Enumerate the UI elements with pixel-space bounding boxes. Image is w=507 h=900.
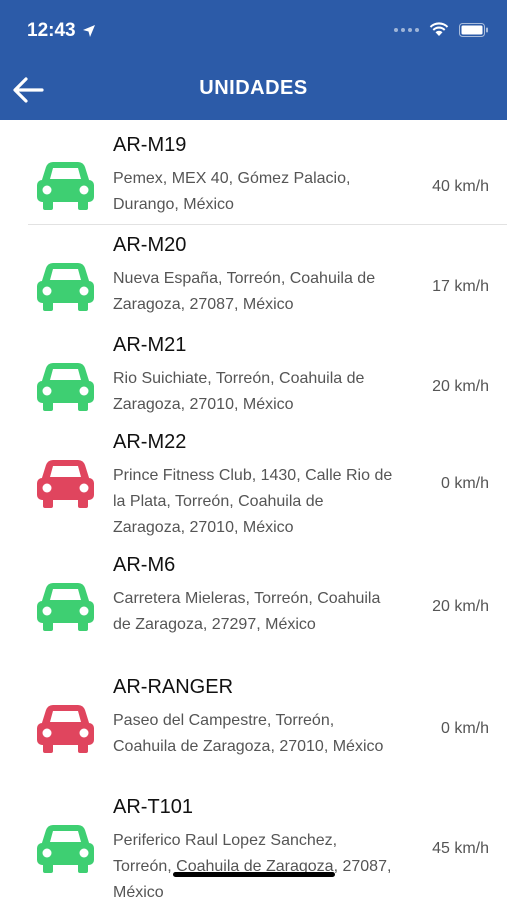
- unit-address: Rio Suichiate, Torreón, Coahuila de Zara…: [113, 370, 365, 413]
- unit-row-ar-t101[interactable]: AR-T101 Periferico Raul Lopez Sanchez, T…: [0, 796, 507, 900]
- car-icon: [37, 263, 94, 311]
- unit-row-ar-m20[interactable]: AR-M20 Nueva España, Torreón, Coahuila d…: [0, 234, 507, 328]
- unit-speed: 40 km/h: [432, 178, 489, 195]
- unit-row-ar-m6[interactable]: AR-M6 Carretera Mieleras, Torreón, Coahu…: [0, 554, 507, 672]
- unit-name: AR-M20: [113, 234, 187, 256]
- unit-name: AR-T101: [113, 796, 194, 818]
- unit-speed: 0 km/h: [440, 720, 489, 737]
- unit-row-ar-ranger[interactable]: AR-RANGER Paseo del Campestre, Torreón, …: [0, 676, 507, 794]
- unit-speed: 20 km/h: [432, 378, 489, 395]
- unit-speed: 17 km/h: [432, 278, 489, 295]
- unit-address: Carretera Mieleras, Torreón, Coahuila de…: [113, 590, 381, 633]
- unit-name: AR-M19: [113, 134, 187, 156]
- unit-name: AR-RANGER: [113, 676, 234, 698]
- unit-row-ar-m21[interactable]: AR-M21 Rio Suichiate, Torreón, Coahuila …: [0, 334, 507, 428]
- page-title: UNIDADES: [199, 77, 308, 99]
- unit-address: Nueva España, Torreón, Coahuila de Zarag…: [113, 270, 376, 313]
- car-icon: [37, 460, 94, 508]
- unit-row-ar-m19[interactable]: AR-M19 Pemex, MEX 40, Gómez Palacio, Dur…: [0, 134, 507, 224]
- status-bar-time: 12:43: [27, 20, 96, 42]
- car-icon: [37, 583, 94, 631]
- unit-address: Paseo del Campestre, Torreón, Coahuila d…: [113, 712, 384, 755]
- car-icon: [37, 162, 94, 210]
- location-arrow-icon: [82, 25, 95, 37]
- car-icon: [37, 825, 94, 873]
- list-divider: [28, 224, 507, 225]
- battery-icon: [459, 22, 488, 37]
- unit-address: Periferico Raul Lopez Sanchez, Torreón, …: [113, 832, 392, 900]
- unit-name: AR-M6: [113, 554, 176, 576]
- unit-speed: 20 km/h: [432, 598, 489, 615]
- unit-speed: 45 km/h: [432, 840, 489, 857]
- unit-name: AR-M22: [113, 431, 187, 453]
- unit-name: AR-M21: [113, 334, 187, 356]
- car-icon: [37, 705, 94, 753]
- unit-address: Pemex, MEX 40, Gómez Palacio, Durango, M…: [113, 170, 351, 213]
- status-time-label: 12:43: [27, 20, 76, 41]
- signal-icon: [394, 27, 419, 32]
- unit-row-ar-m22[interactable]: AR-M22 Prince Fitness Club, 1430, Calle …: [0, 431, 507, 549]
- unit-speed: 0 km/h: [440, 475, 489, 492]
- wifi-icon: [429, 22, 449, 36]
- app-header: 12:43 UNIDADES: [0, 0, 507, 120]
- home-indicator[interactable]: [173, 872, 335, 877]
- unit-address: Prince Fitness Club, 1430, Calle Rio de …: [113, 467, 393, 536]
- status-bar-icons: [394, 22, 489, 37]
- car-icon: [37, 363, 94, 411]
